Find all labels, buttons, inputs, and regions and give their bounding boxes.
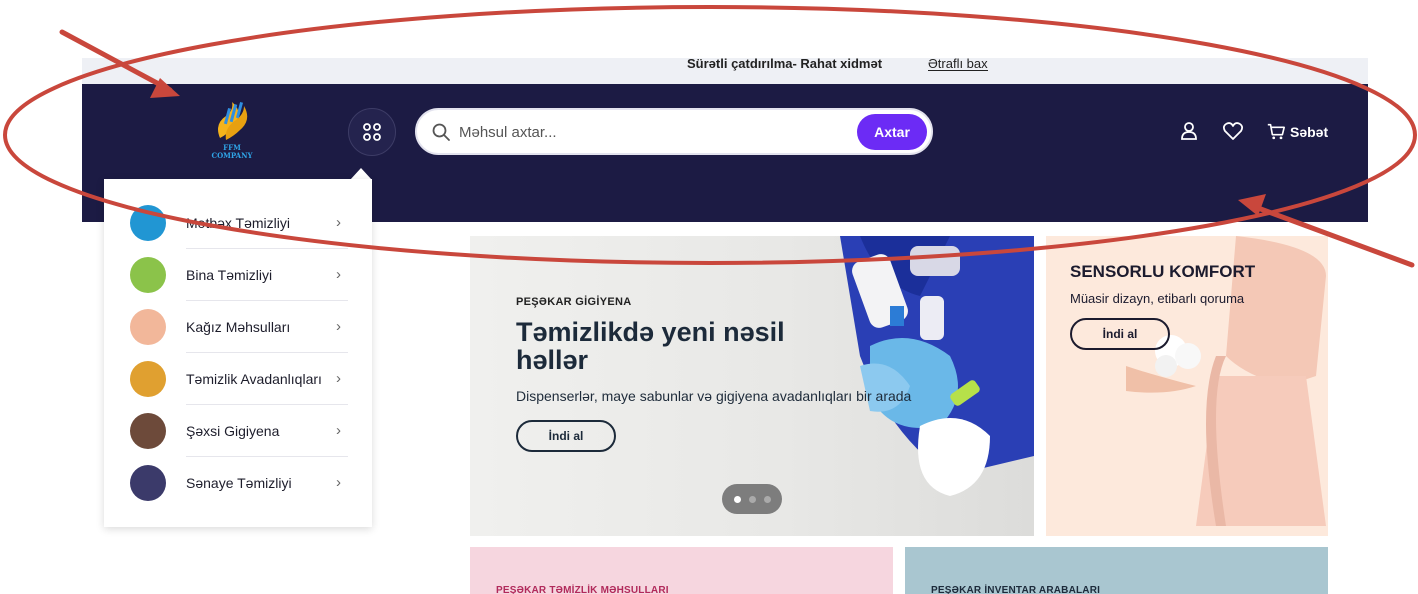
menu-item-label: Sənaye Təmizliyi <box>186 475 292 491</box>
chevron-right-icon: › <box>336 266 341 283</box>
search-bar: Axtar <box>415 108 933 155</box>
menu-item-personal-hygiene[interactable]: Şəxsi Gigiyena › <box>104 405 372 457</box>
kitchen-cleaning-icon <box>130 205 166 241</box>
chevron-right-icon: › <box>336 474 341 491</box>
chevron-right-icon: › <box>336 318 341 335</box>
cart-label[interactable]: Səbət <box>1290 124 1328 140</box>
promo-banner-cleaning-products[interactable]: PEŞƏKAR TƏMİZLİK MƏHSULLARI <box>470 547 893 594</box>
categories-button[interactable] <box>348 108 396 156</box>
building-cleaning-icon <box>130 257 166 293</box>
slider-dot[interactable] <box>763 495 771 503</box>
industrial-cleaning-icon <box>130 465 166 501</box>
side-banner: SENSORLU KOMFORT Müasir dizayn, etibarlı… <box>1046 236 1328 536</box>
slider-dot[interactable] <box>733 495 741 503</box>
cleaning-equipment-icon <box>130 361 166 397</box>
paper-products-icon <box>130 309 166 345</box>
search-icon <box>432 123 450 141</box>
cart-icon[interactable] <box>1266 120 1286 142</box>
slider-dots <box>722 484 782 514</box>
user-icon[interactable] <box>1178 120 1200 142</box>
menu-item-industrial-cleaning[interactable]: Sənaye Təmizliyi › <box>104 457 372 509</box>
announcement-link[interactable]: Ətraflı bax <box>928 57 988 71</box>
menu-item-label: Bina Təmizliyi <box>186 267 273 283</box>
category-menu: Mətbəx Təmizliyi › Bina Təmizliyi › Kağı… <box>104 179 372 527</box>
search-input[interactable] <box>459 120 839 144</box>
logo-text: FFM COMPANY <box>211 143 253 160</box>
menu-item-label: Təmizlik Avadanlıqları <box>186 371 322 387</box>
company-logo[interactable]: FFM COMPANY <box>204 98 260 162</box>
menu-item-label: Şəxsi Gigiyena <box>186 423 280 439</box>
promo-label: PEŞƏKAR İNVENTAR ARABALARI <box>931 585 1101 594</box>
hero-slider: PEŞƏKAR GİGİYENA Təmizlikdə yeni nəsil h… <box>470 236 1034 536</box>
menu-item-cleaning-equipment[interactable]: Təmizlik Avadanlıqları › <box>104 353 372 405</box>
heart-icon[interactable] <box>1222 120 1244 142</box>
hero-eyebrow: PEŞƏKAR GİGİYENA <box>516 296 632 308</box>
menu-item-kitchen-cleaning[interactable]: Mətbəx Təmizliyi › <box>104 197 372 249</box>
hero-shop-button[interactable]: İndi al <box>516 420 616 452</box>
logo-mark-icon <box>218 102 248 140</box>
side-banner-shop-button[interactable]: İndi al <box>1070 318 1170 350</box>
chevron-right-icon: › <box>336 370 341 387</box>
announcement-bar: Sürətli çatdırılma- Rahat xidmət Ətraflı… <box>82 56 1368 84</box>
slider-dot[interactable] <box>748 495 756 503</box>
chevron-right-icon: › <box>336 214 341 231</box>
cleaning-products-image <box>840 236 1034 496</box>
hero-title: Təmizlikdə yeni nəsil həllər <box>516 317 785 375</box>
announcement-text: Sürətli çatdırılma- Rahat xidmət <box>687 56 883 71</box>
hero-description: Dispenserlər, maye sabunlar və gigiyena … <box>516 388 912 404</box>
grid-icon <box>363 123 381 141</box>
side-banner-description: Müasir dizayn, etibarlı qoruma <box>1070 291 1245 306</box>
menu-item-building-cleaning[interactable]: Bina Təmizliyi › <box>104 249 372 301</box>
menu-item-label: Mətbəx Təmizliyi <box>186 215 290 231</box>
personal-hygiene-icon <box>130 413 166 449</box>
chevron-right-icon: › <box>336 422 341 439</box>
search-button[interactable]: Axtar <box>857 114 927 150</box>
menu-item-paper-products[interactable]: Kağız Məhsulları › <box>104 301 372 353</box>
menu-item-label: Kağız Məhsulları <box>186 319 291 335</box>
side-banner-title: SENSORLU KOMFORT <box>1070 262 1256 281</box>
promo-banner-carts[interactable]: PEŞƏKAR İNVENTAR ARABALARI <box>905 547 1328 594</box>
promo-label: PEŞƏKAR TƏMİZLİK MƏHSULLARI <box>496 585 669 594</box>
